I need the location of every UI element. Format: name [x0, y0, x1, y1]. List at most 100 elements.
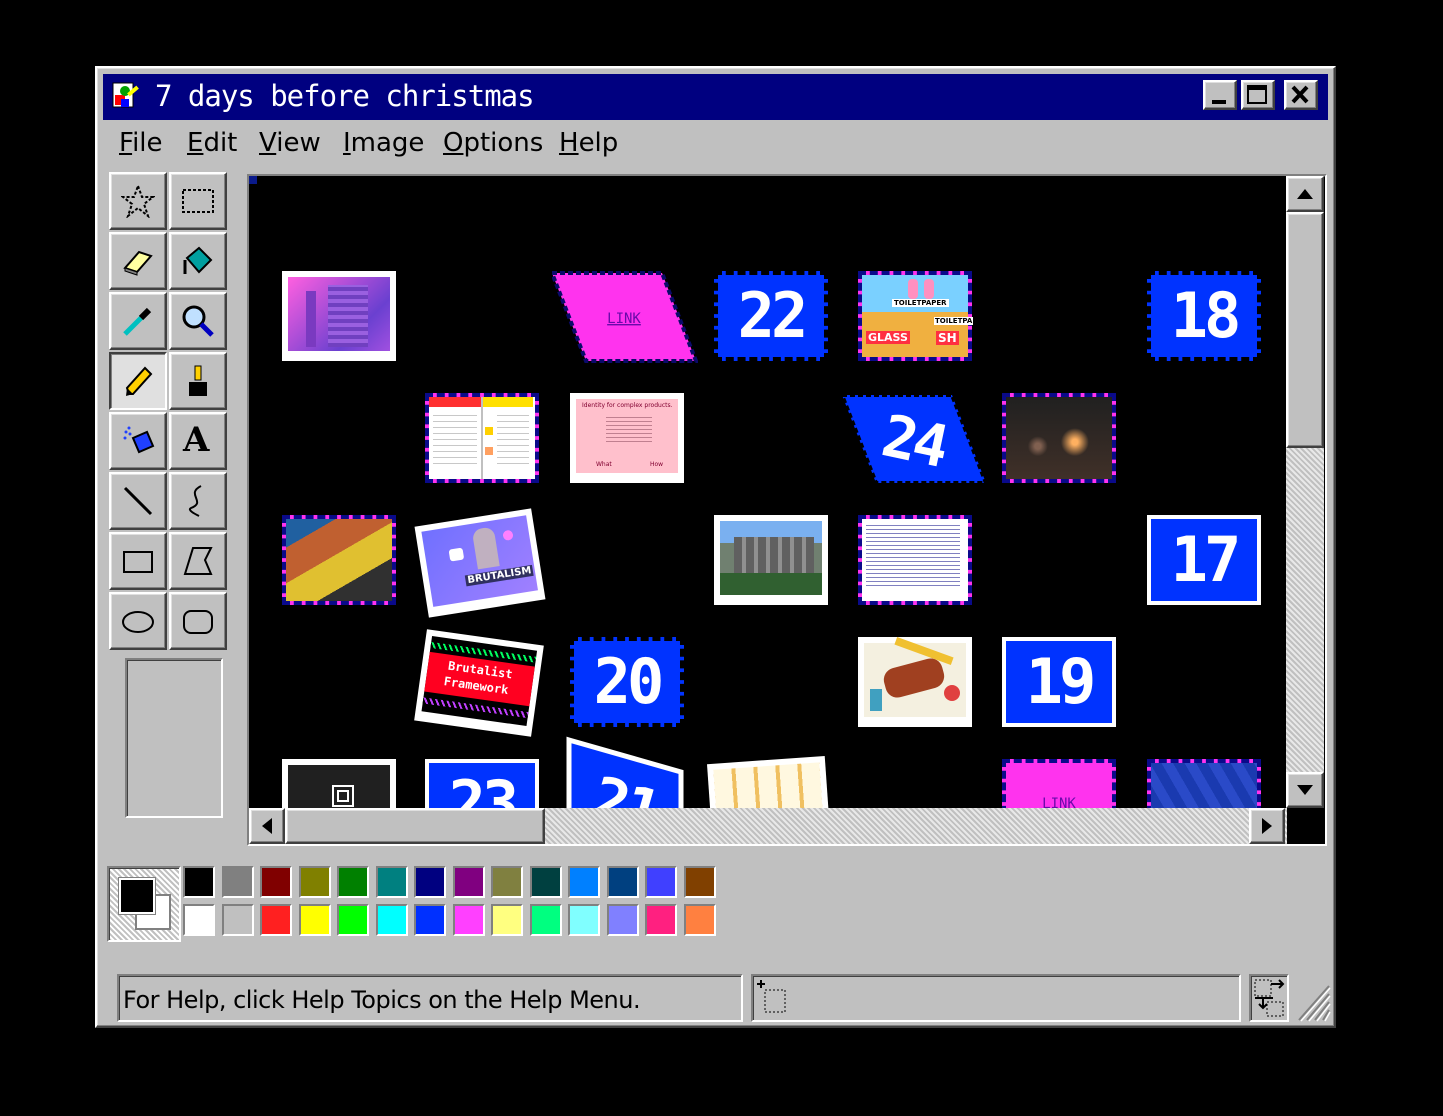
drawing-canvas[interactable]: LINK 22 TOILETPAPER GLASS TOILETPA SH 18: [249, 176, 1287, 808]
link-tile-2[interactable]: LINK: [1002, 759, 1116, 808]
tool-rounded-rectangle[interactable]: [169, 592, 227, 650]
scroll-left-button[interactable]: [249, 808, 285, 844]
tile-identity[interactable]: Identity for complex products. What How: [570, 393, 684, 483]
tool-rectangle[interactable]: [109, 532, 167, 590]
airbrush-icon: [123, 426, 155, 454]
color-swatch[interactable]: [260, 904, 292, 936]
title-bar[interactable]: 7 days before christmas: [103, 74, 1328, 120]
yellow-grid-image: [713, 762, 825, 808]
color-swatch[interactable]: [260, 866, 292, 898]
color-swatch[interactable]: [645, 866, 677, 898]
tile-art-collage[interactable]: [282, 515, 396, 605]
current-colors[interactable]: [107, 866, 181, 942]
menu-file[interactable]: File: [119, 128, 163, 158]
color-swatch[interactable]: [183, 866, 215, 898]
vertical-scroll-thumb[interactable]: [1286, 212, 1324, 448]
color-swatch[interactable]: [683, 904, 716, 936]
color-swatch[interactable]: [452, 866, 485, 898]
color-swatch[interactable]: [337, 904, 369, 936]
day-22-tile[interactable]: 22: [714, 271, 828, 361]
color-swatch[interactable]: [183, 904, 215, 936]
tile-building-photo[interactable]: [282, 271, 396, 361]
tool-text[interactable]: A: [169, 412, 227, 470]
minimize-button[interactable]: [1203, 80, 1237, 110]
scroll-up-button[interactable]: [1286, 176, 1324, 212]
close-button[interactable]: [1284, 80, 1318, 110]
color-swatch[interactable]: [645, 904, 677, 936]
tool-polygon[interactable]: [169, 532, 227, 590]
menu-options[interactable]: Options: [443, 128, 543, 158]
day-21-tile[interactable]: 21: [565, 736, 687, 808]
color-swatch[interactable]: [298, 904, 331, 936]
color-swatch[interactable]: [568, 866, 600, 898]
day-17-tile[interactable]: 17: [1147, 515, 1261, 605]
tool-ellipse[interactable]: [109, 592, 167, 650]
scroll-down-button[interactable]: [1286, 772, 1324, 808]
foreground-color[interactable]: [118, 877, 156, 915]
tile-lamps[interactable]: [1002, 393, 1116, 483]
color-swatch[interactable]: [414, 866, 446, 898]
color-swatch[interactable]: [683, 866, 716, 898]
color-swatch[interactable]: [606, 904, 639, 936]
color-swatch[interactable]: [568, 904, 600, 936]
day-23-tile[interactable]: 23: [425, 759, 539, 808]
menu-edit[interactable]: Edit: [187, 128, 237, 158]
color-swatch[interactable]: [337, 866, 369, 898]
identity-image: Identity for complex products. What How: [576, 399, 678, 473]
tool-fill[interactable]: [169, 232, 227, 290]
window-title: 7 days before christmas: [155, 79, 535, 113]
color-swatch[interactable]: [221, 866, 254, 898]
tool-magnifier[interactable]: [169, 292, 227, 350]
menu-view[interactable]: View: [259, 128, 321, 158]
color-swatch[interactable]: [375, 866, 408, 898]
horizontal-scrollbar[interactable]: [249, 808, 1287, 844]
tool-curve[interactable]: [169, 472, 227, 530]
day-20-tile[interactable]: 20: [570, 637, 684, 727]
tile-toiletpaper[interactable]: TOILETPAPER GLASS TOILETPA SH: [858, 271, 974, 361]
color-swatch[interactable]: [414, 904, 446, 936]
day-24-tile[interactable]: 24: [842, 393, 988, 485]
day-18-tile[interactable]: 18: [1147, 271, 1261, 361]
link-label-1[interactable]: LINK: [607, 311, 641, 327]
color-swatch[interactable]: [529, 866, 562, 898]
tool-pencil[interactable]: [109, 352, 167, 410]
link-tile-1[interactable]: LINK: [552, 271, 698, 363]
tool-free-form-select[interactable]: [109, 172, 167, 230]
tool-color-picker[interactable]: [109, 292, 167, 350]
tool-eraser[interactable]: [109, 232, 167, 290]
tool-brush[interactable]: [169, 352, 227, 410]
vertical-scrollbar[interactable]: [1286, 176, 1324, 808]
color-swatch[interactable]: [529, 904, 562, 936]
food-image: [864, 636, 966, 717]
tile-blue-pattern[interactable]: [1147, 759, 1261, 808]
color-swatch[interactable]: [606, 866, 639, 898]
color-swatch[interactable]: [491, 866, 523, 898]
day-19-tile[interactable]: 19: [1002, 637, 1116, 727]
status-size-panel: [1249, 974, 1289, 1022]
color-swatch[interactable]: [221, 904, 254, 936]
color-swatch[interactable]: [452, 904, 485, 936]
color-swatch[interactable]: [298, 866, 331, 898]
menu-help[interactable]: Help: [559, 128, 618, 158]
tile-mail-app[interactable]: [425, 393, 539, 483]
tool-rect-select[interactable]: [169, 172, 227, 230]
color-swatch[interactable]: [375, 904, 408, 936]
tile-food[interactable]: [858, 636, 972, 727]
tool-line[interactable]: [109, 472, 167, 530]
tile-brutalist-framework[interactable]: Brutalist Framework: [414, 629, 544, 737]
tile-brutalism[interactable]: BRUTALISM: [414, 508, 546, 618]
canvas-handle[interactable]: [249, 176, 257, 184]
horizontal-scroll-thumb[interactable]: [285, 808, 545, 844]
tool-options-panel[interactable]: [125, 658, 223, 818]
color-swatch[interactable]: [491, 904, 523, 936]
tile-craigslist[interactable]: [858, 515, 972, 605]
link-label-2[interactable]: LINK: [1042, 796, 1076, 808]
tile-yellow-grid[interactable]: [707, 755, 831, 808]
scroll-right-button[interactable]: [1249, 808, 1285, 844]
tile-habitat-photo[interactable]: [714, 515, 828, 605]
maximize-button[interactable]: [1241, 80, 1275, 110]
tool-airbrush[interactable]: [109, 412, 167, 470]
menu-image[interactable]: Image: [343, 128, 424, 158]
resize-grip-icon[interactable]: [1293, 980, 1331, 1022]
tile-square-logo[interactable]: [282, 759, 396, 808]
